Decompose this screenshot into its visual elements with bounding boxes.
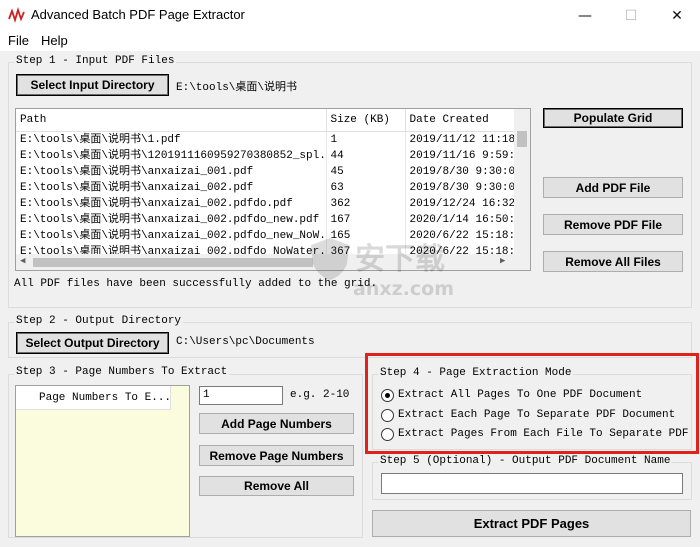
horizontal-scroll-thumb[interactable]	[33, 258, 313, 267]
page-number-input[interactable]: 1	[199, 386, 283, 405]
watermark-latin-text: anxz.com	[353, 278, 454, 300]
remove-all-files-button[interactable]: Remove All Files	[543, 251, 683, 272]
cell-date: 2019/8/30 9:30:02	[405, 163, 530, 180]
cell-date: 2019/8/30 9:30:02	[405, 179, 530, 196]
remove-page-numbers-button[interactable]: Remove Page Numbers	[199, 445, 354, 466]
cell-path: E:\tools\桌面\说明书\anxaizai_002.pdfdo_new.p…	[16, 211, 327, 228]
cell-path: E:\tools\桌面\说明书\anxaizai_002.pdfdo_new_N…	[16, 227, 327, 244]
scroll-left-arrow-icon[interactable]: ◀	[20, 256, 25, 266]
maximize-button[interactable]: ☐	[608, 0, 654, 31]
add-pdf-file-button[interactable]: Add PDF File	[543, 177, 683, 198]
input-directory-path: E:\tools\桌面\说明书	[176, 82, 298, 94]
step2-legend: Step 2 - Output Directory	[14, 315, 184, 327]
select-output-directory-button[interactable]: Select Output Directory	[16, 332, 169, 354]
grid-vertical-scrollbar[interactable]	[514, 109, 530, 254]
menu-bar: File Help	[0, 31, 700, 51]
output-document-name-input[interactable]	[381, 473, 683, 494]
cell-size: 44	[326, 147, 406, 164]
page-number-example: e.g. 2-10	[290, 389, 350, 401]
table-row[interactable]: E:\tools\桌面\说明书\1201911160959270380852_s…	[16, 147, 530, 164]
shield-icon	[311, 238, 349, 280]
column-header-path[interactable]: Path	[16, 109, 327, 132]
step3-legend: Step 3 - Page Numbers To Extract	[14, 366, 230, 378]
close-button[interactable]: ✕	[654, 0, 700, 31]
page-numbers-list[interactable]: Page Numbers To E...	[15, 385, 190, 537]
cell-size: 1	[326, 131, 406, 148]
step1-legend: Step 1 - Input PDF Files	[14, 55, 177, 67]
cell-size: 362	[326, 195, 406, 212]
page-numbers-column-label: Page Numbers To E...	[39, 392, 172, 404]
minimize-button[interactable]: —	[562, 0, 608, 31]
column-header-size[interactable]: Size (KB)	[326, 109, 406, 132]
cell-size: 45	[326, 163, 406, 180]
remove-pdf-file-button[interactable]: Remove PDF File	[543, 214, 683, 235]
cell-date: 2020/1/14 16:50:5	[405, 211, 530, 228]
cell-date: 2019/11/12 11:18:	[405, 131, 530, 148]
cell-size: 63	[326, 179, 406, 196]
pdf-wave-icon	[8, 7, 25, 23]
cell-date: 2019/12/24 16:32:	[405, 195, 530, 212]
remove-all-page-numbers-button[interactable]: Remove All	[199, 476, 354, 496]
table-row[interactable]: E:\tools\桌面\说明书\anxaizai_002.pdfdo.pdf 36…	[16, 195, 530, 212]
cell-path: E:\tools\桌面\说明书\1.pdf	[16, 131, 327, 148]
watermark: 安下载 anxz.com	[307, 232, 457, 310]
cell-path: E:\tools\桌面\说明书\anxaizai_002.pdfdo.pdf	[16, 195, 327, 212]
vertical-scroll-thumb[interactable]	[517, 131, 527, 147]
page-numbers-list-header[interactable]: Page Numbers To E...	[16, 386, 171, 410]
select-input-directory-button[interactable]: Select Input Directory	[16, 74, 169, 96]
cell-path: E:\tools\桌面\说明书\anxaizai_002.pdf	[16, 179, 327, 196]
populate-grid-button[interactable]: Populate Grid	[543, 108, 683, 128]
menu-help[interactable]: Help	[41, 33, 68, 48]
table-row[interactable]: E:\tools\桌面\说明书\anxaizai_002.pdfdo_new.p…	[16, 211, 530, 228]
table-row[interactable]: E:\tools\桌面\说明书\anxaizai_002.pdf 63 2019/8…	[16, 179, 530, 196]
cell-size: 167	[326, 211, 406, 228]
watermark-cn-text: 安下载	[355, 242, 445, 277]
page-number-input-value: 1	[203, 389, 210, 401]
cell-path: E:\tools\桌面\说明书\anxaizai_001.pdf	[16, 163, 327, 180]
column-header-date[interactable]: Date Created	[405, 109, 530, 132]
window-title: Advanced Batch PDF Page Extractor	[31, 7, 245, 22]
step5-legend: Step 5 (Optional) - Output PDF Document …	[378, 455, 673, 467]
cell-path: E:\tools\桌面\说明书\1201911160959270380852_s…	[16, 147, 327, 164]
add-page-numbers-button[interactable]: Add Page Numbers	[199, 413, 354, 434]
extract-pdf-pages-button[interactable]: Extract PDF Pages	[372, 510, 691, 537]
highlight-box	[365, 353, 699, 454]
title-bar: Advanced Batch PDF Page Extractor — ☐ ✕	[0, 0, 700, 31]
output-directory-path: C:\Users\pc\Documents	[176, 336, 315, 348]
menu-file[interactable]: File	[8, 33, 29, 48]
table-row[interactable]: E:\tools\桌面\说明书\1.pdf 1 2019/11/12 11:18:	[16, 131, 530, 148]
scroll-right-arrow-icon[interactable]: ▶	[500, 256, 505, 266]
table-row[interactable]: E:\tools\桌面\说明书\anxaizai_001.pdf 45 2019/8…	[16, 163, 530, 180]
cell-date: 2019/11/16 9:59:2	[405, 147, 530, 164]
